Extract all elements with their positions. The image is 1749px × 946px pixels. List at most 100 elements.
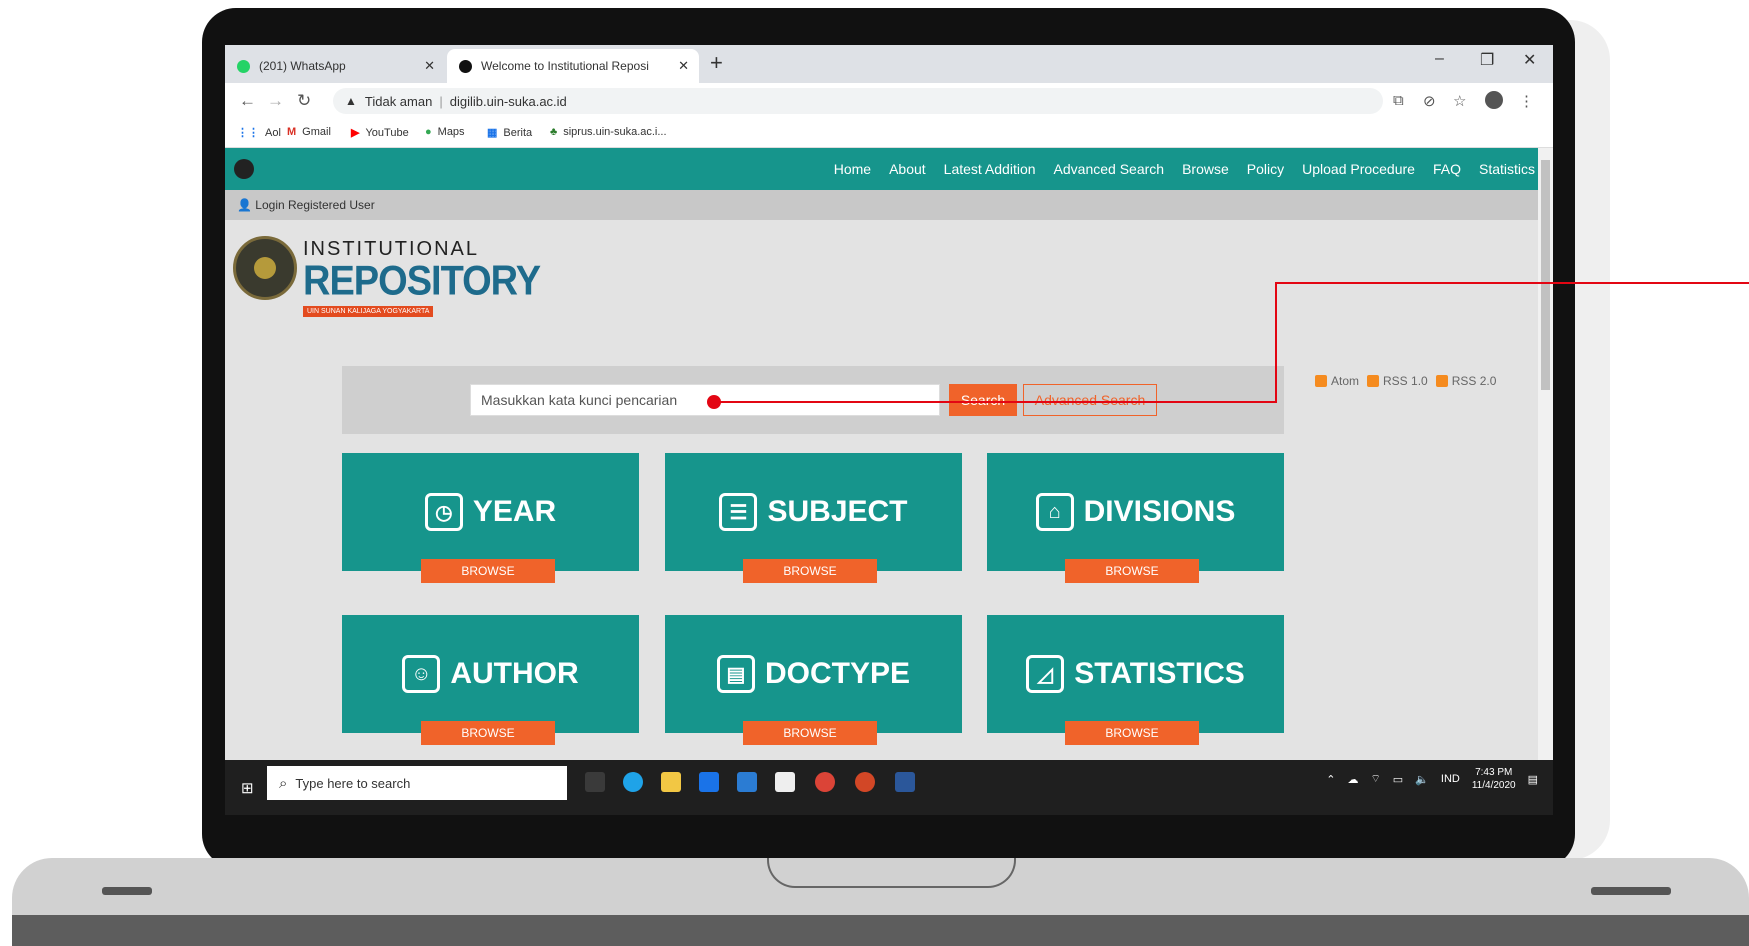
bookmark-apps[interactable]: ⋮⋮ Aol xyxy=(237,126,281,140)
brand-line-2: REPOSITORY xyxy=(303,258,541,305)
card-statistics[interactable]: ◿ STATISTICS xyxy=(987,615,1284,733)
user-icon: ☺ xyxy=(402,655,441,693)
feed-links: Atom RSS 1.0 RSS 2.0 xyxy=(1315,374,1496,388)
mail-icon[interactable] xyxy=(737,772,757,792)
eye-off-icon[interactable]: ⊘ xyxy=(1423,92,1436,110)
store-icon[interactable] xyxy=(775,772,795,792)
close-window-icon[interactable]: ✕ xyxy=(1523,50,1536,70)
university-seal-logo xyxy=(233,236,297,300)
language-indicator[interactable]: IND xyxy=(1441,773,1460,785)
reload-icon[interactable]: ↻ xyxy=(297,91,311,111)
chrome-icon[interactable] xyxy=(815,772,835,792)
site-nav-links: Home About Latest Addition Advanced Sear… xyxy=(825,148,1538,190)
notifications-icon[interactable]: ▤ xyxy=(1528,773,1538,786)
clock-icon: ◷ xyxy=(424,493,463,531)
bookmark-gmail[interactable]: M Gmail xyxy=(287,126,331,138)
card-doctype[interactable]: ▤ DOCTYPE xyxy=(665,615,962,733)
chart-icon: ◿ xyxy=(1026,655,1065,693)
cloud-icon[interactable]: ☁ xyxy=(1347,773,1358,786)
new-tab-button[interactable]: + xyxy=(710,50,723,76)
login-link[interactable]: Login Registered User xyxy=(255,198,374,212)
laptop-base-bottom xyxy=(12,915,1749,946)
browse-statistics-button[interactable]: BROWSE xyxy=(1065,721,1199,745)
taskbar-search[interactable]: ⌕ Type here to search xyxy=(267,766,567,800)
translate-icon[interactable]: ⧉ xyxy=(1393,92,1404,109)
browse-year-button[interactable]: BROWSE xyxy=(421,559,555,583)
bookmarks-bar: ⋮⋮ Aol M Gmail ▶ YouTube ● Maps ▦ Berita… xyxy=(225,119,1553,148)
bookmark-youtube[interactable]: ▶ YouTube xyxy=(351,126,409,140)
nav-statistics[interactable]: Statistics xyxy=(1479,161,1535,177)
search-button[interactable]: Search xyxy=(949,384,1017,416)
card-year[interactable]: ◷ YEAR xyxy=(342,453,639,571)
browse-subject-button[interactable]: BROWSE xyxy=(743,559,877,583)
bookmark-berita[interactable]: ▦ Berita xyxy=(487,126,532,140)
advanced-search-button[interactable]: Advanced Search xyxy=(1023,384,1157,416)
laptop-notch xyxy=(767,858,1016,888)
task-view-icon[interactable] xyxy=(585,772,605,792)
browser-tabbar: (201) WhatsApp ✕ Welcome to Institutiona… xyxy=(225,45,1553,83)
page-scrollbar[interactable] xyxy=(1538,148,1553,760)
search-panel: Masukkan kata kunci pencarian Search Adv… xyxy=(342,366,1284,434)
wifi-icon[interactable]: ⌔ xyxy=(1370,772,1380,786)
youtube-icon: ▶ xyxy=(351,127,360,139)
site-icon: ♣ xyxy=(550,126,558,138)
nav-faq[interactable]: FAQ xyxy=(1433,161,1461,177)
file-explorer-icon[interactable] xyxy=(661,772,681,792)
document-icon: ▤ xyxy=(716,655,755,693)
edge-icon[interactable] xyxy=(623,772,643,792)
login-bar: 👤 Login Registered User xyxy=(225,190,1538,220)
nav-latest-addition[interactable]: Latest Addition xyxy=(944,161,1036,177)
app-l-icon[interactable] xyxy=(699,772,719,792)
building-icon: ⌂ xyxy=(1035,493,1074,531)
site-favicon-icon xyxy=(459,59,472,73)
rss-icon xyxy=(1367,375,1380,387)
feed-rss2[interactable]: RSS 2.0 xyxy=(1435,374,1496,388)
volume-icon[interactable]: 🔈 xyxy=(1415,773,1429,786)
bookmark-maps[interactable]: ● Maps xyxy=(425,126,465,138)
minimize-icon[interactable]: – xyxy=(1435,50,1444,68)
browse-author-button[interactable]: BROWSE xyxy=(421,721,555,745)
tab-institutional-repository[interactable]: Welcome to Institutional Reposi ✕ xyxy=(447,49,699,83)
maximize-icon[interactable]: ❐ xyxy=(1480,50,1494,70)
apps-grid-icon: ⋮⋮ xyxy=(237,127,259,139)
address-bar-row: ← → ↻ ▲ Tidak aman | digilib.uin-suka.ac… xyxy=(225,83,1553,119)
clock[interactable]: 7:43 PM 11/4/2020 xyxy=(1472,766,1516,792)
close-tab-icon[interactable]: ✕ xyxy=(678,58,689,74)
laptop-screen: (201) WhatsApp ✕ Welcome to Institutiona… xyxy=(225,45,1553,815)
card-author[interactable]: ☺ AUTHOR xyxy=(342,615,639,733)
site-logo-icon[interactable] xyxy=(234,159,254,179)
nav-policy[interactable]: Policy xyxy=(1247,161,1284,177)
windows-start-icon[interactable]: ⊞ xyxy=(241,779,254,797)
rss-icon xyxy=(1315,375,1327,387)
forward-icon[interactable]: → xyxy=(267,91,284,111)
search-input[interactable]: Masukkan kata kunci pencarian xyxy=(470,384,940,416)
close-tab-icon[interactable]: ✕ xyxy=(424,58,435,74)
browse-doctype-button[interactable]: BROWSE xyxy=(743,721,877,745)
warning-icon: ▲ xyxy=(345,94,357,108)
nav-home[interactable]: Home xyxy=(834,161,871,177)
tab-whatsapp[interactable]: (201) WhatsApp ✕ xyxy=(225,49,445,83)
browse-divisions-button[interactable]: BROWSE xyxy=(1065,559,1199,583)
bookmark-siprus[interactable]: ♣ siprus.uin-suka.ac.i... xyxy=(550,126,667,138)
scrollbar-thumb[interactable] xyxy=(1541,160,1550,390)
feed-rss1[interactable]: RSS 1.0 xyxy=(1367,374,1428,388)
windows-taskbar: ⊞ ⌕ Type here to search ⌃ ☁ ⌔ ▭ 🔈 IND 7:… xyxy=(225,760,1553,815)
omnibox[interactable]: ▲ Tidak aman | digilib.uin-suka.ac.id xyxy=(333,88,1383,114)
nav-about[interactable]: About xyxy=(889,161,926,177)
rss-icon xyxy=(1435,375,1448,387)
feed-atom[interactable]: Atom xyxy=(1315,374,1359,388)
menu-dots-icon[interactable]: ⋮ xyxy=(1519,92,1534,110)
back-icon[interactable]: ← xyxy=(239,91,256,111)
battery-icon[interactable]: ▭ xyxy=(1393,773,1403,786)
nav-upload-procedure[interactable]: Upload Procedure xyxy=(1302,161,1415,177)
chevron-up-icon[interactable]: ⌃ xyxy=(1326,773,1335,786)
card-subject[interactable]: ☰ SUBJECT xyxy=(665,453,962,571)
nav-browse[interactable]: Browse xyxy=(1182,161,1229,177)
card-divisions[interactable]: ⌂ DIVISIONS xyxy=(987,453,1284,571)
powerpoint-icon[interactable] xyxy=(855,772,875,792)
avatar[interactable] xyxy=(1485,91,1503,109)
tab-label: (201) WhatsApp xyxy=(259,59,346,73)
nav-advanced-search[interactable]: Advanced Search xyxy=(1054,161,1165,177)
star-icon[interactable]: ☆ xyxy=(1453,92,1466,110)
word-icon[interactable] xyxy=(895,772,915,792)
